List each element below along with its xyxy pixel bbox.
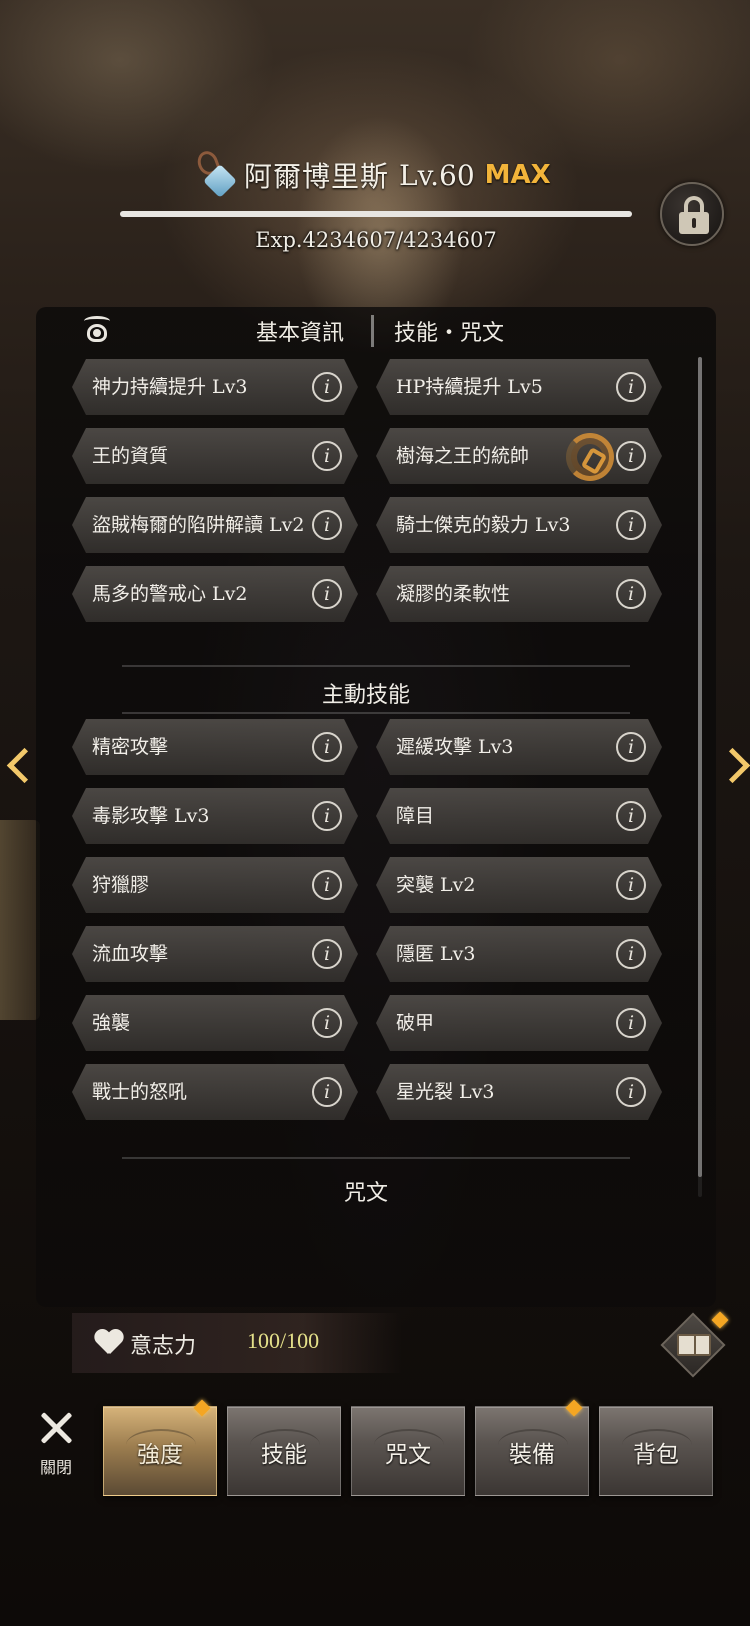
- skill-item[interactable]: 障目 i: [376, 788, 662, 844]
- info-icon[interactable]: i: [616, 870, 646, 900]
- nav-button-0[interactable]: 強度: [103, 1399, 217, 1496]
- nav-button-2[interactable]: 咒文: [351, 1406, 465, 1496]
- info-icon[interactable]: i: [616, 372, 646, 402]
- notification-badge: [711, 1311, 729, 1329]
- active-section-title: 主動技能: [321, 683, 410, 708]
- info-icon[interactable]: i: [312, 801, 342, 831]
- nav-button-label: 技能: [261, 1442, 307, 1468]
- section-divider: [122, 712, 630, 714]
- scrollbar-thumb[interactable]: [698, 357, 702, 1177]
- section-divider: [122, 665, 630, 667]
- active-skill-grid: 精密攻擊 i 遲緩攻擊 Lv3 i 毒影攻擊 Lv3 i 障目 i 狩獵膠 i 突襲 Lv2 i 流血攻…: [72, 719, 662, 1120]
- passive-skill-grid: 神力持續提升 Lv3 i HP持續提升 Lv5 i 王的資質 i 樹海之王的統帥 i 盜賊梅爾的…: [72, 359, 662, 622]
- info-icon[interactable]: i: [312, 441, 342, 471]
- info-icon[interactable]: i: [312, 510, 342, 540]
- nav-button-label: 背包: [633, 1442, 679, 1468]
- rune-section-title: 咒文: [343, 1181, 388, 1206]
- tab-divider: [371, 315, 374, 347]
- character-name: 阿爾博里斯: [244, 160, 390, 193]
- character-level: Lv.60: [399, 158, 475, 192]
- max-label: MAX: [484, 160, 551, 190]
- book-button[interactable]: [660, 1311, 729, 1378]
- skill-item[interactable]: 樹海之王的統帥 i: [376, 428, 662, 484]
- info-icon[interactable]: i: [312, 870, 342, 900]
- section-divider: [122, 1157, 630, 1159]
- skill-item[interactable]: 毒影攻擊 Lv3 i: [72, 788, 358, 844]
- info-icon[interactable]: i: [312, 939, 342, 969]
- info-icon[interactable]: i: [616, 1077, 646, 1107]
- skill-panel: 基本資訊 技能・咒文 神力持續提升 Lv3 i HP持續提升 Lv5 i 王的資質 i 樹海…: [36, 307, 716, 1307]
- tab-basic-info[interactable]: 基本資訊: [256, 315, 344, 347]
- info-icon[interactable]: i: [616, 939, 646, 969]
- info-icon[interactable]: i: [312, 579, 342, 609]
- info-icon[interactable]: i: [616, 732, 646, 762]
- skill-item[interactable]: 流血攻擊 i: [72, 926, 358, 982]
- skill-item[interactable]: 強襲 i: [72, 995, 358, 1051]
- close-icon: [38, 1410, 74, 1446]
- info-icon[interactable]: i: [616, 801, 646, 831]
- skill-item[interactable]: 星光裂 Lv3 i: [376, 1064, 662, 1120]
- heart-icon: [94, 1330, 124, 1356]
- info-icon[interactable]: i: [312, 732, 342, 762]
- skill-item[interactable]: HP持續提升 Lv5 i: [376, 359, 662, 415]
- lock-button[interactable]: [660, 182, 724, 246]
- skill-item[interactable]: 突襲 Lv2 i: [376, 857, 662, 913]
- info-icon[interactable]: i: [312, 372, 342, 402]
- nav-button-label: 強度: [137, 1442, 183, 1468]
- skill-item[interactable]: 破甲 i: [376, 995, 662, 1051]
- skill-item[interactable]: 騎士傑克的毅力 Lv3 i: [376, 497, 662, 553]
- willpower-label: 意志力: [130, 1334, 197, 1359]
- skill-list[interactable]: 神力持續提升 Lv3 i HP持續提升 Lv5 i 王的資質 i 樹海之王的統帥 i 盜賊梅爾的…: [36, 347, 696, 1277]
- skill-item[interactable]: 王的資質 i: [72, 428, 358, 484]
- nav-button-3[interactable]: 裝備: [475, 1399, 589, 1496]
- skill-item[interactable]: 神力持續提升 Lv3 i: [72, 359, 358, 415]
- book-icon: [677, 1334, 711, 1356]
- skill-item[interactable]: 遲緩攻擊 Lv3 i: [376, 719, 662, 775]
- class-emblem-icon: [190, 148, 242, 201]
- exp-bar: [120, 211, 632, 217]
- info-icon[interactable]: i: [312, 1008, 342, 1038]
- skill-item[interactable]: 精密攻擊 i: [72, 719, 358, 775]
- nav-button-4[interactable]: 背包: [599, 1406, 713, 1496]
- nav-button-label: 裝備: [509, 1442, 555, 1468]
- link-icon: [566, 433, 614, 481]
- skill-item[interactable]: 狩獵膠 i: [72, 857, 358, 913]
- info-icon[interactable]: i: [616, 441, 646, 471]
- skill-item[interactable]: 馬多的警戒心 Lv2 i: [72, 566, 358, 622]
- scrollbar[interactable]: [698, 357, 702, 1197]
- info-icon[interactable]: i: [616, 1008, 646, 1038]
- close-label: 關閉: [39, 1458, 72, 1477]
- willpower-bar: 意志力 100/100: [72, 1313, 402, 1373]
- notification-badge: [193, 1399, 211, 1417]
- skill-item[interactable]: 凝膠的柔軟性 i: [376, 566, 662, 622]
- exp-bar-fill: [120, 211, 632, 217]
- info-icon[interactable]: i: [312, 1077, 342, 1107]
- willpower-value: 100/100: [247, 1328, 320, 1353]
- background-book: [0, 820, 40, 1020]
- nav-button-label: 咒文: [385, 1442, 431, 1468]
- info-icon[interactable]: i: [616, 510, 646, 540]
- exp-text: Exp.4234607/4234607: [255, 228, 497, 252]
- panel-emblem-icon: [82, 316, 112, 346]
- skill-item[interactable]: 戰士的怒吼 i: [72, 1064, 358, 1120]
- notification-badge: [565, 1399, 583, 1417]
- next-character-arrow[interactable]: [726, 745, 746, 789]
- skill-item[interactable]: 隱匿 Lv3 i: [376, 926, 662, 982]
- tab-skills-runes[interactable]: 技能・咒文: [394, 315, 504, 347]
- prev-character-arrow[interactable]: [4, 745, 24, 789]
- info-icon[interactable]: i: [616, 579, 646, 609]
- skill-item[interactable]: 盜賊梅爾的陷阱解讀 Lv2 i: [72, 497, 358, 553]
- close-button[interactable]: 關閉: [30, 1410, 82, 1490]
- character-header: 阿爾博里斯 Lv.60 MAX: [190, 148, 551, 201]
- nav-button-1[interactable]: 技能: [227, 1406, 341, 1496]
